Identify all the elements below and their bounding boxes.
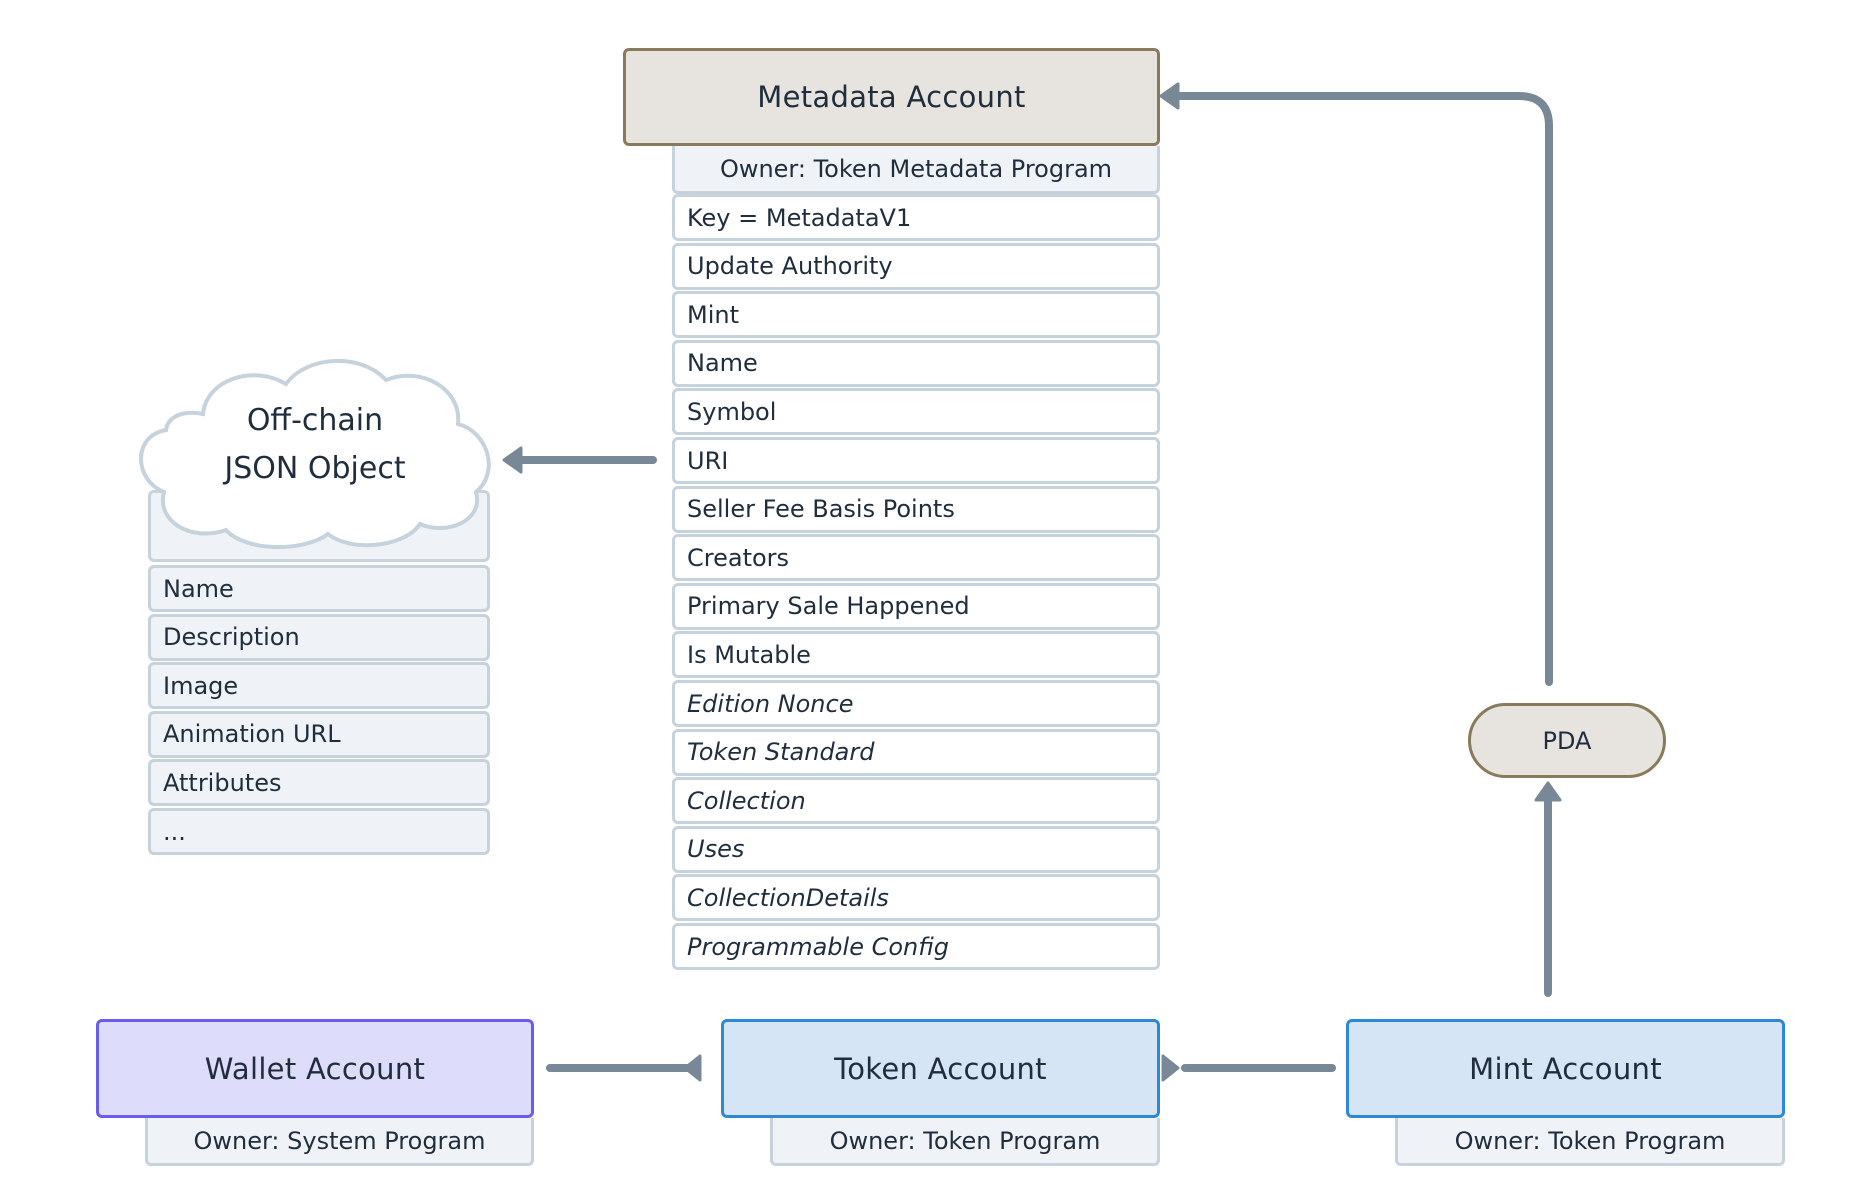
token-account-title[interactable]: Token Account bbox=[721, 1019, 1160, 1118]
metadata-field-row: Collection bbox=[672, 777, 1160, 825]
metadata-account-title[interactable]: Metadata Account bbox=[623, 48, 1160, 146]
metadata-account-owner: Owner: Token Metadata Program bbox=[672, 146, 1160, 194]
arrowhead-json-icon bbox=[502, 446, 523, 474]
pda-node[interactable]: PDA bbox=[1468, 703, 1666, 778]
json-field-row: Attributes bbox=[148, 759, 490, 807]
metadata-field-row: Seller Fee Basis Points bbox=[672, 485, 1160, 533]
offchain-json-title-line1: Off-chain bbox=[246, 403, 384, 438]
metadata-field-row: Is Mutable bbox=[672, 631, 1160, 679]
arrowhead-token-icon bbox=[1161, 1054, 1180, 1082]
metadata-field-row: Key = MetadataV1 bbox=[672, 194, 1160, 241]
metadata-field-row: Name bbox=[672, 339, 1160, 387]
offchain-json-title-line2: JSON Object bbox=[224, 451, 406, 486]
metadata-field-row: Programmable Config bbox=[672, 923, 1160, 970]
wallet-account-title[interactable]: Wallet Account bbox=[96, 1019, 534, 1118]
arrowhead-pda-icon bbox=[1534, 781, 1562, 802]
json-field-row: Name bbox=[148, 565, 490, 612]
json-field-row: Animation URL bbox=[148, 710, 490, 758]
metadata-field-row: URI bbox=[672, 437, 1160, 484]
metadata-field-row: Token Standard bbox=[672, 728, 1160, 776]
metadata-field-row: Primary Sale Happened bbox=[672, 582, 1160, 630]
wallet-account-owner: Owner: System Program bbox=[145, 1118, 534, 1166]
metadata-field-row: Update Authority bbox=[672, 242, 1160, 290]
json-field-row: Description bbox=[148, 613, 490, 661]
metadata-field-row: Mint bbox=[672, 291, 1160, 339]
metadata-field-row: Creators bbox=[672, 534, 1160, 582]
metadata-field-row: Uses bbox=[672, 825, 1160, 873]
mint-account-owner: Owner: Token Program bbox=[1395, 1118, 1785, 1166]
arrowhead-metadata-icon bbox=[1159, 82, 1180, 110]
arrowhead-wallet-icon bbox=[683, 1054, 702, 1082]
metadata-field-row: Symbol bbox=[672, 388, 1160, 436]
metadata-field-row: Edition Nonce bbox=[672, 680, 1160, 727]
metadata-field-row: CollectionDetails bbox=[672, 874, 1160, 922]
json-field-row: ... bbox=[148, 808, 490, 855]
offchain-json-title[interactable]: Off-chain JSON Object bbox=[150, 385, 480, 505]
json-field-row: Image bbox=[148, 662, 490, 710]
token-account-owner: Owner: Token Program bbox=[770, 1118, 1160, 1166]
mint-account-title[interactable]: Mint Account bbox=[1346, 1019, 1785, 1118]
pda-to-metadata-connector bbox=[1176, 92, 1553, 686]
